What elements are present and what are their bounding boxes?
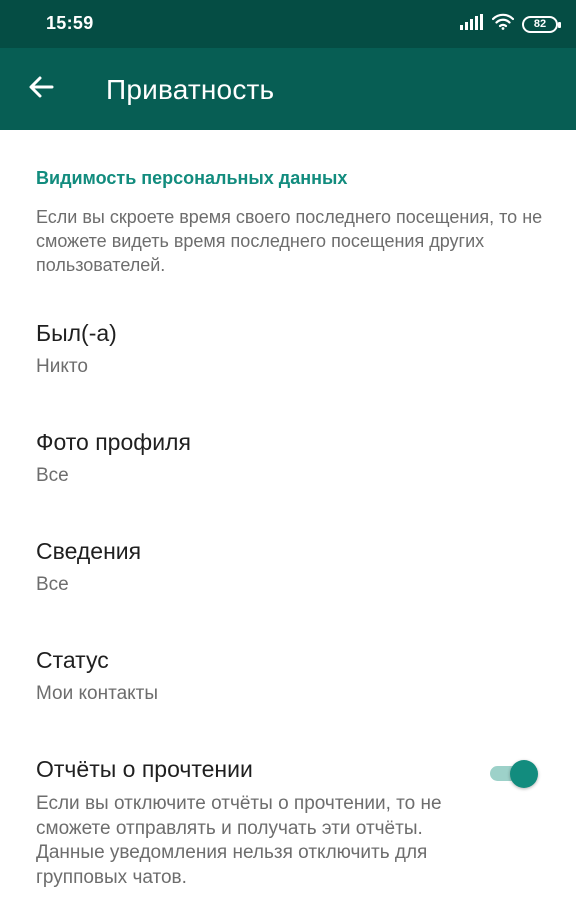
battery-icon: 82 bbox=[522, 15, 561, 33]
setting-last-seen[interactable]: Был(-а) Никто bbox=[0, 320, 576, 400]
status-bar: 15:59 82 bbox=[0, 0, 576, 48]
setting-value: Мои контакты bbox=[36, 683, 159, 704]
setting-description: Если вы отключите отчёты о прочтении, то… bbox=[36, 793, 442, 888]
section-description: Если вы скроете время своего последнего … bbox=[36, 207, 543, 275]
arrow-left-icon bbox=[28, 75, 54, 104]
setting-title: Отчёты о прочтении bbox=[36, 756, 253, 782]
setting-value: Все bbox=[36, 574, 69, 595]
setting-status[interactable]: Статус Мои контакты bbox=[0, 647, 576, 727]
back-button[interactable] bbox=[22, 70, 60, 108]
read-receipts-toggle[interactable] bbox=[488, 758, 540, 788]
setting-title: Статус bbox=[36, 647, 109, 673]
status-time: 15:59 bbox=[46, 13, 94, 33]
setting-profile-photo[interactable]: Фото профиля Все bbox=[0, 429, 576, 509]
setting-title: Фото профиля bbox=[36, 429, 191, 455]
app-bar: Приватность bbox=[0, 48, 576, 130]
signal-icon bbox=[460, 13, 484, 35]
status-icons: 82 bbox=[460, 13, 561, 35]
setting-value: Все bbox=[36, 465, 69, 486]
page-title: Приватность bbox=[106, 74, 275, 105]
section-title: Видимость персональных данных bbox=[36, 168, 348, 188]
toggle-thumb bbox=[510, 760, 538, 788]
setting-title: Сведения bbox=[36, 538, 142, 564]
setting-title: Был(-а) bbox=[36, 320, 117, 346]
setting-value: Никто bbox=[36, 356, 88, 377]
wifi-icon bbox=[491, 13, 515, 35]
setting-read-receipts[interactable]: Отчёты о прочтении Если вы отключите отч… bbox=[0, 756, 576, 896]
setting-about[interactable]: Сведения Все bbox=[0, 538, 576, 618]
